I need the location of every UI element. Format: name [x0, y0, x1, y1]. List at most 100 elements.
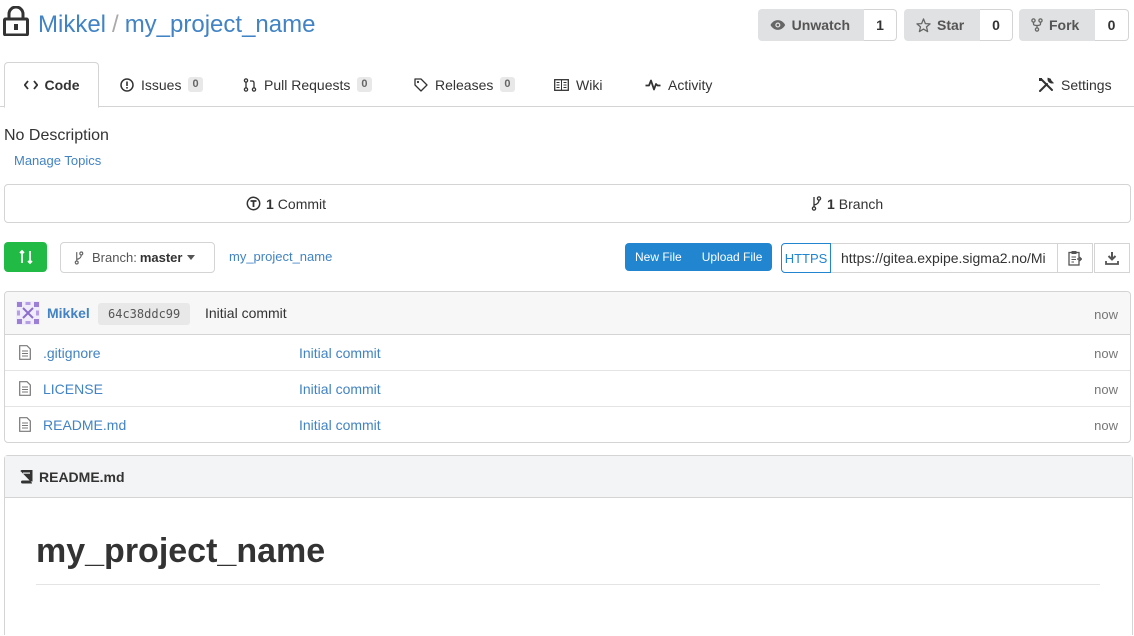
download-button[interactable]: [1094, 243, 1130, 273]
releases-count-badge: 0: [500, 77, 515, 92]
fork-button[interactable]: Fork: [1019, 9, 1095, 41]
code-icon: [23, 80, 38, 90]
file-row: LICENSE Initial commit now: [5, 371, 1130, 407]
tab-pull-requests-label: Pull Requests: [264, 76, 351, 93]
repo-path-link[interactable]: my_project_name: [229, 249, 332, 264]
file-icon: [19, 381, 31, 396]
fork-count[interactable]: 0: [1095, 9, 1129, 41]
star-button[interactable]: Star: [904, 9, 980, 41]
tab-pull-requests[interactable]: Pull Requests 0: [243, 62, 372, 107]
tools-icon: [1039, 77, 1054, 92]
readme-panel: README.md my_project_name: [4, 455, 1133, 635]
unwatch-label: Unwatch: [791, 17, 850, 33]
history-icon: [246, 196, 261, 211]
readme-filename: README.md: [39, 468, 125, 485]
commits-label: Commit: [277, 195, 327, 212]
file-list: Mikkel 64c38ddc99 Initial commit now .gi…: [4, 291, 1131, 443]
repo-tabs: Code Issues 0 Pull Requests 0 Releases 0…: [0, 62, 1134, 108]
file-commit-link[interactable]: Initial commit: [299, 381, 381, 397]
file-name-link[interactable]: README.md: [43, 417, 126, 433]
fork-button-group: Fork 0: [1019, 9, 1129, 41]
pull-request-icon: [243, 77, 257, 92]
book-icon: [554, 78, 569, 91]
repo-owner-link[interactable]: Mikkel: [38, 11, 106, 38]
readme-heading: my_project_name: [36, 532, 326, 570]
branches-label: Branch: [838, 195, 884, 212]
eye-icon: [770, 20, 786, 30]
tab-activity[interactable]: Activity: [645, 62, 712, 107]
readme-header: README.md: [5, 456, 1132, 498]
branches-count: 1: [827, 195, 835, 212]
lock-icon: [3, 6, 29, 36]
file-button-group: New File Upload File: [625, 243, 773, 271]
repo-header: Mikkel / my_project_name Unwatch 1 Star 0 …: [0, 0, 1134, 50]
branch-dropdown[interactable]: Branch: master: [60, 242, 215, 273]
clone-url-input[interactable]: https://gitea.expipe.sigma2.no/Mi: [831, 243, 1058, 273]
new-file-button[interactable]: New File: [625, 243, 692, 271]
watch-button-group: Unwatch 1: [758, 9, 897, 41]
branch-icon: [74, 250, 84, 265]
branch-icon: [811, 196, 822, 211]
commit-author-link[interactable]: Mikkel: [47, 305, 90, 321]
download-icon: [1105, 252, 1119, 265]
commits-count: 1: [266, 195, 274, 212]
tab-wiki[interactable]: Wiki: [554, 62, 602, 107]
branch-name: master: [139, 250, 183, 265]
https-protocol-button[interactable]: HTTPS: [781, 243, 831, 273]
tab-issues[interactable]: Issues 0: [120, 62, 203, 107]
tag-icon: [414, 77, 428, 92]
file-commit-link[interactable]: Initial commit: [299, 345, 381, 361]
clipboard-icon: [1068, 251, 1082, 266]
chevron-down-icon: [187, 255, 196, 260]
repo-description: No Description: [4, 127, 109, 144]
tab-settings[interactable]: Settings: [1038, 62, 1112, 107]
commit-sha-label[interactable]: 64c38ddc99: [98, 303, 191, 325]
title-separator: /: [112, 11, 119, 38]
tab-releases-label: Releases: [435, 76, 494, 93]
compare-icon: [18, 249, 33, 265]
watch-count[interactable]: 1: [864, 9, 897, 41]
upload-file-button[interactable]: Upload File: [692, 243, 773, 271]
file-name-link[interactable]: .gitignore: [43, 345, 101, 361]
file-icon: [19, 345, 31, 360]
pulse-icon: [645, 79, 661, 90]
repo-stats-bar: 1 Commit 1 Branch: [4, 184, 1131, 223]
commit-message: Initial commit: [205, 305, 287, 321]
star-label: Star: [937, 17, 965, 33]
star-icon: [916, 17, 931, 32]
file-row: README.md Initial commit now: [5, 407, 1130, 443]
tab-releases[interactable]: Releases 0: [414, 62, 515, 107]
file-time: now: [1094, 418, 1118, 433]
latest-commit-row: Mikkel 64c38ddc99 Initial commit now: [5, 292, 1130, 335]
file-name-link[interactable]: LICENSE: [43, 381, 103, 397]
file-icon: [19, 417, 31, 432]
tab-wiki-label: Wiki: [576, 76, 603, 93]
commits-stat[interactable]: 1 Commit: [246, 185, 326, 222]
commit-time: now: [1094, 307, 1118, 322]
issue-icon: [120, 77, 134, 92]
issues-count-badge: 0: [188, 77, 203, 92]
branch-prefix: Branch:: [92, 250, 137, 265]
file-time: now: [1094, 382, 1118, 397]
branches-stat[interactable]: 1 Branch: [811, 185, 883, 222]
star-count[interactable]: 0: [980, 9, 1013, 41]
tab-issues-label: Issues: [141, 76, 182, 93]
compare-button[interactable]: [4, 242, 47, 272]
file-commit-link[interactable]: Initial commit: [299, 417, 381, 433]
repo-title: Mikkel / my_project_name: [38, 9, 315, 41]
file-time: now: [1094, 346, 1118, 361]
file-toolbar: Branch: master my_project_name New File …: [0, 242, 1134, 274]
unwatch-button[interactable]: Unwatch: [758, 9, 864, 41]
tab-settings-label: Settings: [1061, 76, 1112, 93]
copy-url-button[interactable]: [1057, 243, 1093, 273]
manage-topics-link[interactable]: Manage Topics: [14, 153, 101, 168]
book-icon: [20, 469, 33, 483]
tab-code[interactable]: Code: [4, 62, 99, 108]
pull-requests-count-badge: 0: [357, 77, 372, 92]
fork-label: Fork: [1049, 17, 1080, 33]
repo-name-link[interactable]: my_project_name: [125, 11, 316, 38]
readme-divider: [36, 584, 1100, 585]
tab-code-label: Code: [44, 77, 80, 93]
file-row: .gitignore Initial commit now: [5, 335, 1130, 371]
avatar[interactable]: [16, 301, 40, 325]
